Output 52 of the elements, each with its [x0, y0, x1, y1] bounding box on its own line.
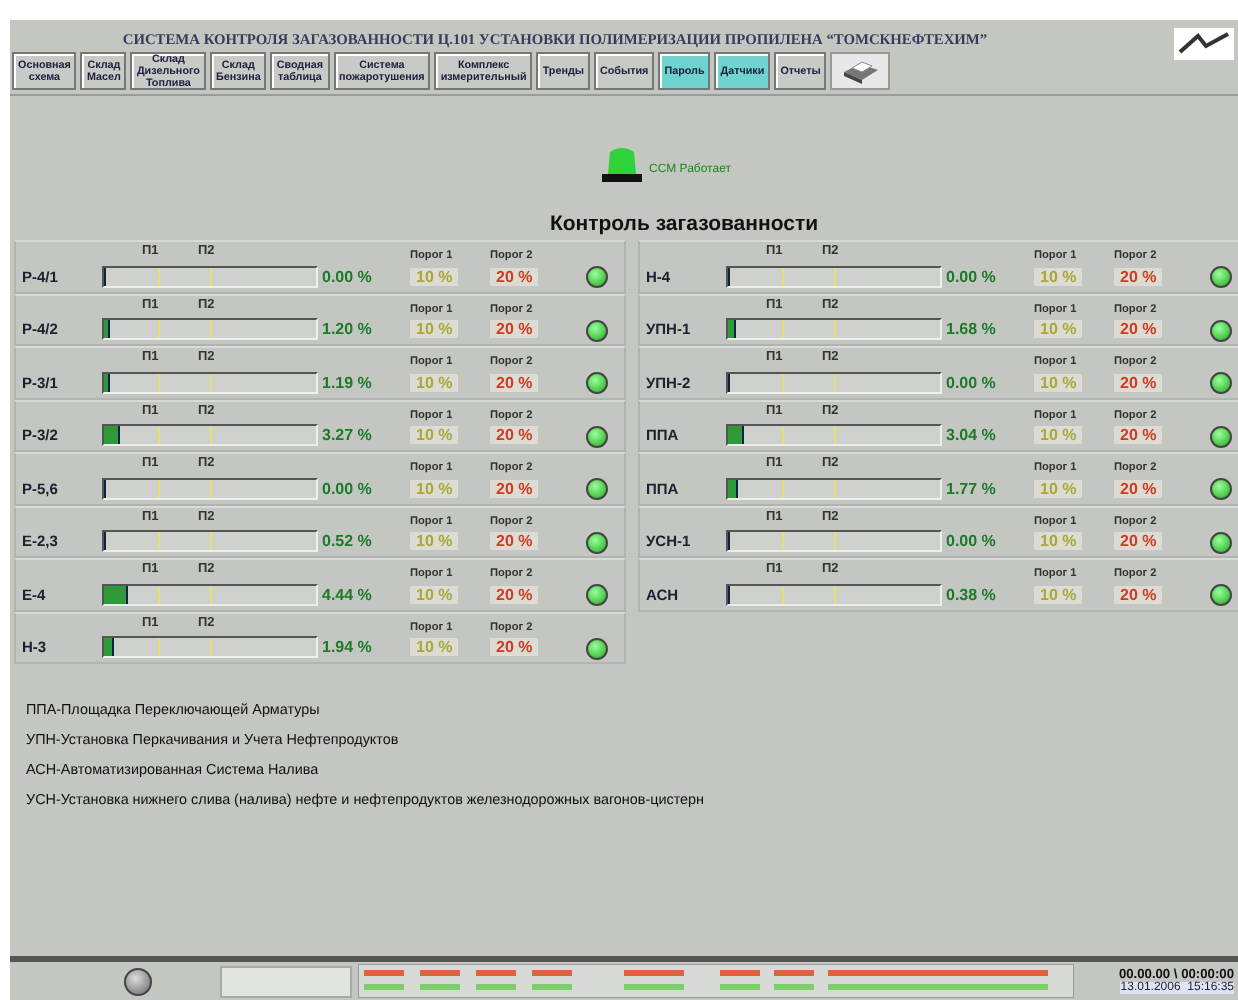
threshold-value: 10 %	[1034, 267, 1083, 285]
threshold-value: 20 %	[1114, 320, 1163, 338]
threshold-value: 10 %	[410, 585, 459, 603]
threshold-value: 10 %	[410, 373, 459, 391]
gas-reading: 0.00 %	[320, 479, 374, 497]
threshold-value: 10 %	[410, 479, 459, 497]
threshold-value: 10 %	[1034, 373, 1083, 391]
threshold-value: 20 %	[490, 585, 539, 603]
gas-reading: 0.38 %	[944, 585, 998, 603]
threshold-value: 20 %	[490, 320, 539, 338]
threshold-value: 10 %	[1034, 479, 1083, 497]
threshold-value: 10 %	[410, 267, 459, 285]
beacon-icon	[597, 144, 646, 184]
printer-icon	[838, 57, 883, 85]
print-button[interactable]	[830, 52, 891, 90]
threshold-value: 20 %	[490, 373, 539, 391]
threshold-value: 10 %	[1034, 426, 1083, 444]
threshold-value: 10 %	[410, 638, 459, 656]
threshold-value: 20 %	[490, 532, 539, 550]
threshold-value: 10 %	[410, 426, 459, 444]
gas-reading: 0.00 %	[944, 267, 998, 285]
logo-icon	[1174, 28, 1234, 60]
gas-reading: 1.94 %	[320, 638, 374, 656]
threshold-value: 20 %	[490, 426, 539, 444]
gas-reading: 1.68 %	[944, 320, 998, 338]
gas-reading: 0.00 %	[944, 373, 998, 391]
threshold-value: 20 %	[490, 479, 539, 497]
threshold-value: 20 %	[1114, 426, 1163, 444]
page-heading: Контроль загазованности	[547, 212, 821, 236]
gas-reading: 1.77 %	[944, 479, 998, 497]
gas-reading: 0.00 %	[944, 532, 998, 550]
gas-reading: 1.20 %	[320, 320, 374, 338]
threshold-value: 10 %	[1034, 585, 1083, 603]
gas-reading: 0.52 %	[320, 532, 374, 550]
threshold-value: 20 %	[1114, 373, 1163, 391]
gas-reading: 4.44 %	[320, 585, 374, 603]
gas-reading: 1.19 %	[320, 373, 374, 391]
gas-reading: 0.00 %	[320, 267, 374, 285]
threshold-value: 20 %	[1114, 585, 1163, 603]
gas-reading: 3.04 %	[944, 426, 998, 444]
threshold-value: 10 %	[410, 320, 459, 338]
gas-reading: 3.27 %	[320, 426, 374, 444]
threshold-value: 20 %	[1114, 267, 1163, 285]
threshold-value: 20 %	[1114, 532, 1163, 550]
knob-icon[interactable]	[124, 967, 152, 995]
blank-field	[220, 965, 352, 997]
threshold-value: 10 %	[1034, 320, 1083, 338]
threshold-value: 10 %	[410, 532, 459, 550]
threshold-value: 20 %	[490, 638, 539, 656]
threshold-value: 10 %	[1034, 532, 1083, 550]
threshold-value: 20 %	[490, 267, 539, 285]
threshold-value: 20 %	[1114, 479, 1163, 497]
